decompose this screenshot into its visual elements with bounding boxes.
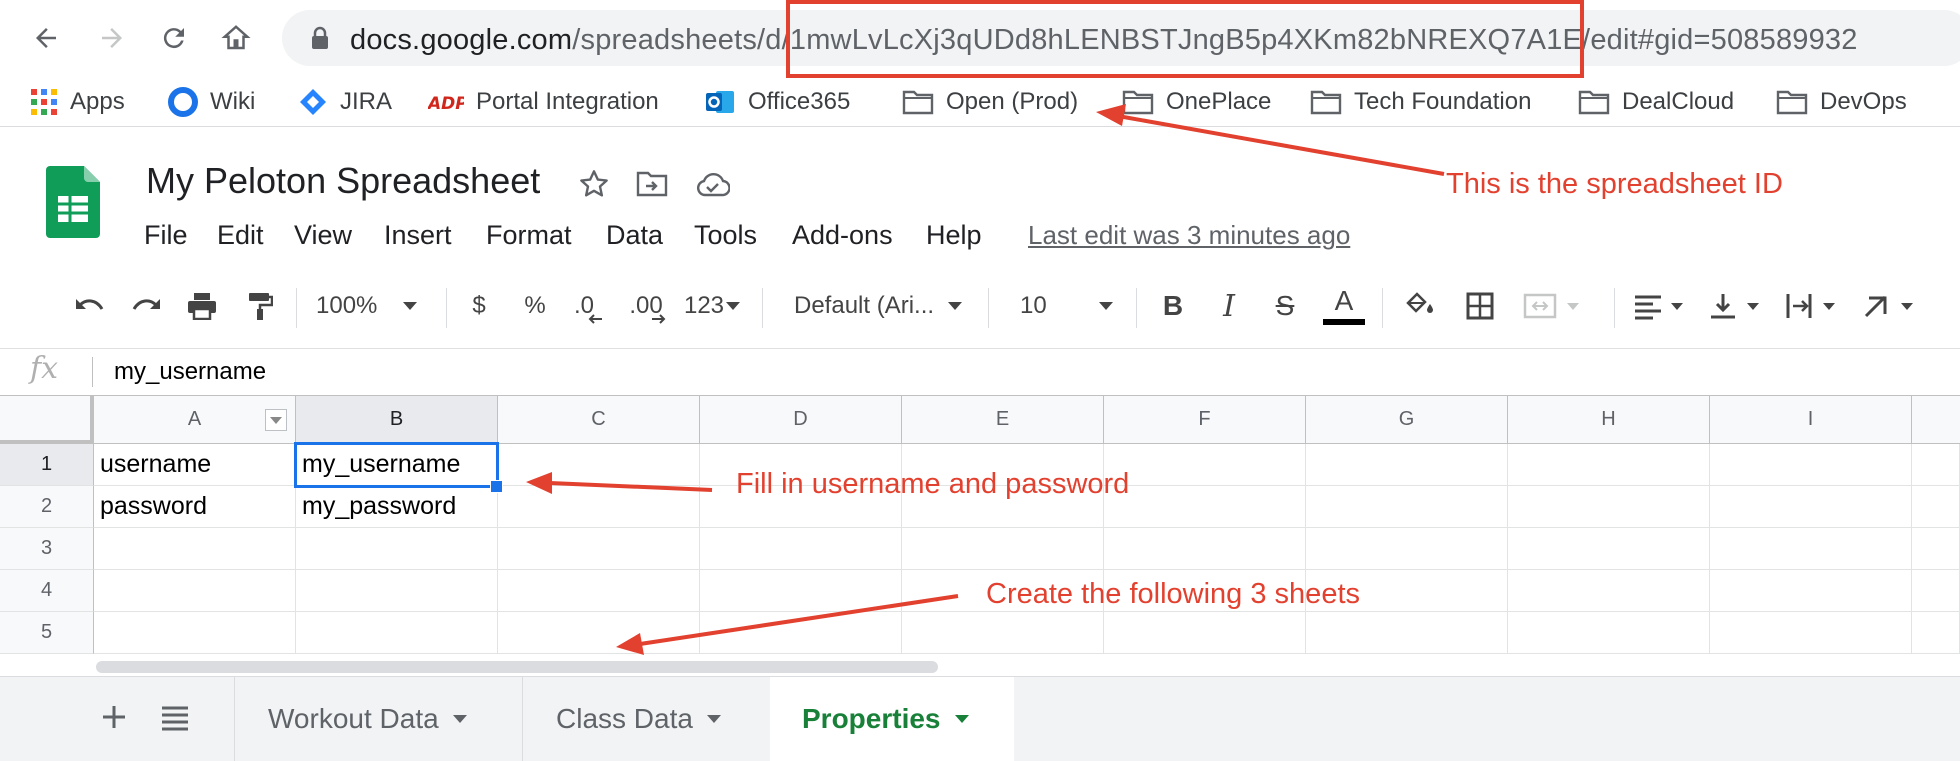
arrow-to-cell-line: [549, 481, 713, 492]
annotation-fill-credentials: Fill in username and password: [736, 468, 1130, 500]
arrow-head-icon: [616, 633, 644, 655]
arrow-head-icon: [1096, 104, 1126, 126]
annotation-spreadsheet-id: This is the spreadsheet ID: [1446, 168, 1783, 200]
annotation-arrows: [526, 104, 1445, 655]
arrow-to-bookmark-line: [1117, 114, 1445, 176]
annotation-create-sheets: Create the following 3 sheets: [986, 578, 1360, 610]
arrow-head-icon: [526, 472, 552, 494]
arrow-to-sheets-line: [639, 594, 959, 646]
